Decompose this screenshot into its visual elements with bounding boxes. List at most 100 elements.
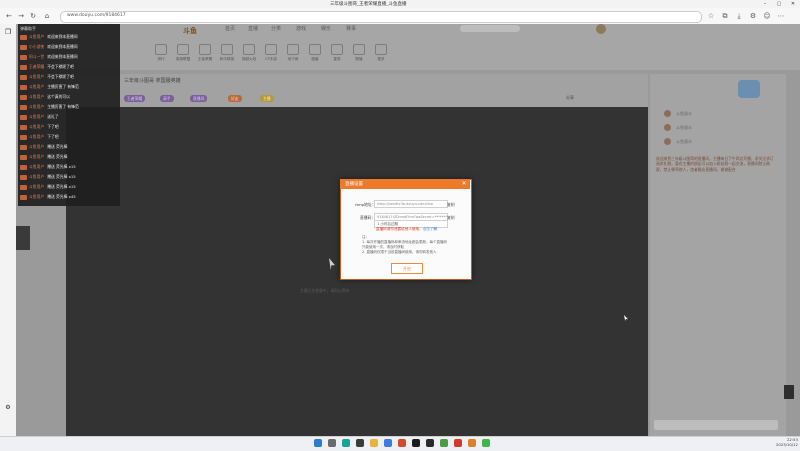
- address-bar-text[interactable]: www.douyu.com/9184617: [67, 13, 126, 18]
- player-side-handle[interactable]: [16, 226, 30, 250]
- category-cf[interactable]: 穿越火线: [238, 44, 260, 62]
- fan-badge-icon: [20, 184, 27, 190]
- danmaku-user[interactable]: 斗鱼用户: [29, 174, 44, 179]
- danmaku-user[interactable]: 阿斗一世: [29, 54, 44, 59]
- app-icon[interactable]: [398, 439, 406, 447]
- chat-input[interactable]: [654, 420, 778, 430]
- share-button[interactable]: 分享: [566, 95, 574, 101]
- category-dnf[interactable]: 地下城: [282, 44, 304, 62]
- category-more[interactable]: 更多: [370, 44, 392, 62]
- rank-user-row[interactable]: 斗鱼观众: [664, 110, 774, 118]
- danmaku-user[interactable]: 斗鱼用户: [29, 184, 44, 189]
- rank-icon: [155, 44, 167, 55]
- category-cfm[interactable]: CF手游: [260, 44, 282, 62]
- room-tag[interactable]: 主播: [260, 95, 274, 102]
- site-logo[interactable]: 斗鱼: [183, 26, 197, 36]
- cfm-icon: [265, 44, 277, 55]
- rank-user-row[interactable]: 斗鱼观众: [664, 124, 774, 132]
- danmaku-user[interactable]: 王者荣耀: [29, 64, 44, 69]
- category-lol[interactable]: 英雄联盟: [172, 44, 194, 62]
- settings-icon[interactable]: ⚙: [748, 11, 758, 21]
- danmaku-message: 斗鱼用户 赠送 荧光棒 x45: [20, 193, 120, 200]
- danmaku-user[interactable]: 斗鱼用户: [29, 84, 44, 89]
- wechat-icon[interactable]: [440, 439, 448, 447]
- dialog-title: 直播设置: [345, 182, 363, 187]
- favorite-icon[interactable]: ☆: [706, 11, 716, 21]
- category-hpjy[interactable]: 和平精英: [216, 44, 238, 62]
- category-star[interactable]: 星秀: [326, 44, 348, 62]
- warning-link[interactable]: 点击了解: [423, 227, 437, 231]
- edge-icon[interactable]: [342, 439, 350, 447]
- address-bar[interactable]: www.douyu.com/9184617: [60, 11, 702, 23]
- danmaku-user[interactable]: 斗鱼用户: [29, 154, 44, 159]
- rtmp-label: rtmp地址：: [355, 202, 376, 207]
- face-icon: [353, 44, 365, 55]
- nav-game[interactable]: 游戏: [296, 25, 306, 32]
- obs-icon[interactable]: [426, 439, 434, 447]
- search-icon[interactable]: [328, 439, 336, 447]
- scroll-handle[interactable]: [784, 385, 794, 399]
- category-wow[interactable]: 魔兽: [304, 44, 326, 62]
- room-title: 三年级斗图哥 拿国服英雄: [124, 78, 181, 84]
- nav-home[interactable]: 首页: [225, 25, 235, 32]
- close-window-icon[interactable]: ✕: [786, 0, 800, 8]
- danmaku-user[interactable]: 斗鱼用户: [29, 34, 44, 39]
- danmaku-text: 不会下棋呢了吧: [47, 64, 74, 69]
- room-tag[interactable]: 好友: [228, 95, 242, 102]
- copy-key-button[interactable]: 复制: [447, 215, 455, 221]
- room-tag[interactable]: 直播间: [190, 95, 208, 102]
- back-icon[interactable]: ←: [4, 11, 14, 21]
- category-face[interactable]: 颜值: [348, 44, 370, 62]
- close-icon[interactable]: ✕: [459, 179, 469, 189]
- taskview-icon[interactable]: [356, 439, 364, 447]
- home-icon[interactable]: ⌂: [42, 11, 52, 21]
- category-rank[interactable]: 排行: [150, 44, 172, 62]
- danmaku-text: 这个真的可以: [47, 94, 70, 99]
- nav-ent[interactable]: 娱乐: [321, 25, 331, 32]
- nav-live[interactable]: 直播: [248, 25, 258, 32]
- menu-icon[interactable]: ⋯: [776, 11, 786, 21]
- site-search-input[interactable]: [460, 25, 520, 32]
- copy-rtmp-button[interactable]: 复制: [447, 202, 455, 208]
- danmaku-user[interactable]: 小小游侠: [29, 44, 44, 49]
- nav-category[interactable]: 分类: [271, 25, 281, 32]
- danmaku-user[interactable]: 斗鱼用户: [29, 104, 44, 109]
- fan-badge-icon: [20, 64, 27, 70]
- terminal-icon[interactable]: [412, 439, 420, 447]
- refresh-icon[interactable]: ↻: [28, 11, 38, 21]
- nav-match[interactable]: 赛事: [346, 25, 356, 32]
- music-icon[interactable]: [482, 439, 490, 447]
- danmaku-user[interactable]: 斗鱼用户: [29, 134, 44, 139]
- douyu-icon[interactable]: [454, 439, 462, 447]
- room-tag[interactable]: 王者荣耀: [124, 95, 146, 102]
- category-wzry[interactable]: 王者荣耀: [194, 44, 216, 62]
- profile-icon[interactable]: ☺: [762, 11, 772, 21]
- room-tag[interactable]: 高手: [160, 95, 174, 102]
- folder-icon[interactable]: [370, 439, 378, 447]
- rank-user-row[interactable]: 斗鱼观众: [664, 138, 774, 146]
- forward-icon[interactable]: →: [16, 11, 26, 21]
- danmaku-user[interactable]: 斗鱼用户: [29, 114, 44, 119]
- sidebar-settings-icon[interactable]: ⚙: [3, 404, 13, 414]
- sidebar-tab-icon[interactable]: ❐: [3, 28, 13, 38]
- browser-app-icon[interactable]: [468, 439, 476, 447]
- windows-start-icon[interactable]: [314, 439, 322, 447]
- user-avatar[interactable]: [596, 24, 606, 34]
- maximize-icon[interactable]: ▢: [772, 0, 786, 8]
- danmaku-user[interactable]: 斗鱼用户: [29, 94, 44, 99]
- confirm-button[interactable]: 开启: [391, 263, 423, 274]
- minimize-icon[interactable]: –: [758, 0, 772, 8]
- extensions-icon[interactable]: ⧉: [720, 11, 730, 21]
- chrome-icon[interactable]: [384, 439, 392, 447]
- clock[interactable]: 22:53 2023/10/12: [776, 437, 798, 447]
- rtmp-field[interactable]: rtmp://sendtc3a.douyu.com/live: [374, 200, 448, 208]
- download-icon[interactable]: ⤓: [734, 11, 744, 21]
- fan-badge-icon: [20, 54, 27, 60]
- danmaku-user[interactable]: 斗鱼用户: [29, 164, 44, 169]
- danmaku-user[interactable]: 斗鱼用户: [29, 194, 44, 199]
- fan-badge-icon: [20, 34, 27, 40]
- danmaku-user[interactable]: 斗鱼用户: [29, 74, 44, 79]
- danmaku-user[interactable]: 斗鱼用户: [29, 124, 44, 129]
- danmaku-user[interactable]: 斗鱼用户: [29, 144, 44, 149]
- avatar: [664, 124, 671, 131]
